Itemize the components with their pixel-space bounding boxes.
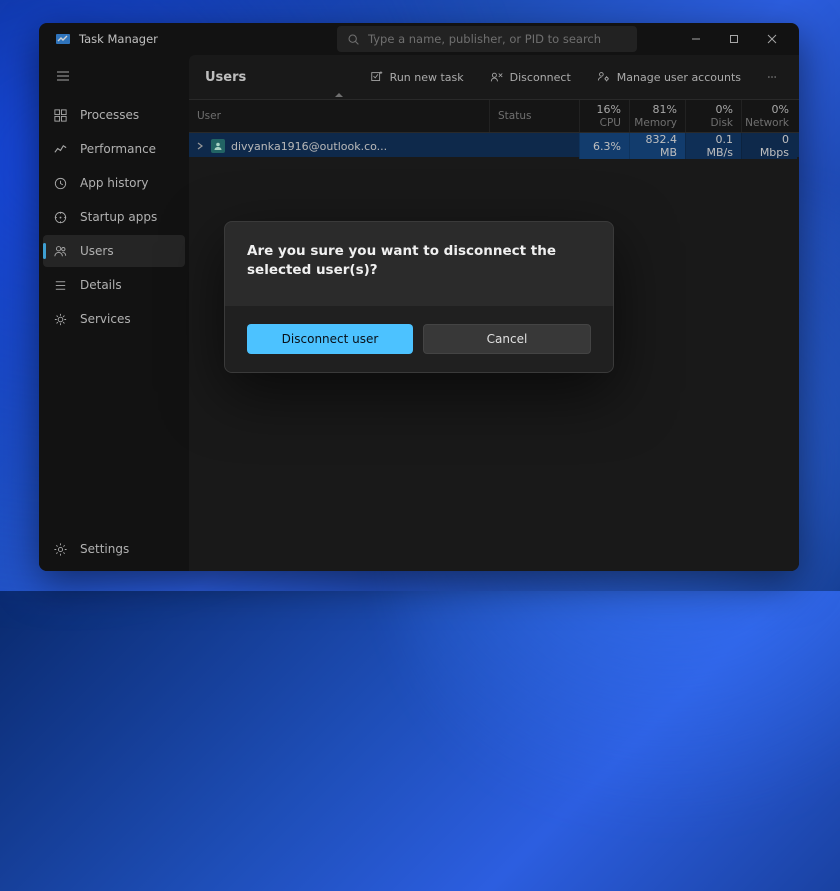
task-manager-window: Task Manager P xyxy=(39,23,799,571)
disconnect-user-button[interactable]: Disconnect user xyxy=(247,324,413,354)
cancel-button[interactable]: Cancel xyxy=(423,324,591,354)
dialog-backdrop: Are you sure you want to disconnect the … xyxy=(39,23,799,571)
dialog-title: Are you sure you want to disconnect the … xyxy=(247,242,591,280)
confirm-dialog: Are you sure you want to disconnect the … xyxy=(224,221,614,373)
